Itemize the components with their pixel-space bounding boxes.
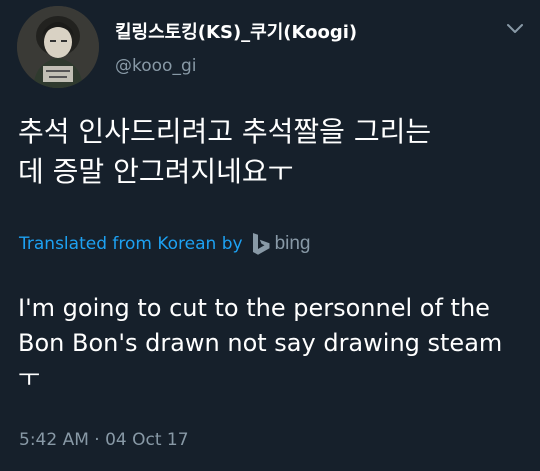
- translated-text-line-1: I'm going to cut to the personnel of the: [18, 294, 490, 322]
- translation-attribution: Translated from Korean by bing: [19, 232, 311, 256]
- tweet-text-line-1: 추석 인사드리려고 추석짤을 그리는: [18, 115, 432, 148]
- translated-text: I'm going to cut to the personnel of the…: [18, 291, 528, 396]
- avatar-image: [17, 6, 99, 88]
- tweet-text-line-2: 데 증말 안그려지네요ㅜ: [18, 155, 294, 188]
- tweet-timestamp[interactable]: 5:42 AM · 04 Oct 17: [19, 430, 189, 450]
- tweet-text: 추석 인사드리려고 추석짤을 그리는데 증말 안그려지네요ㅜ: [18, 112, 528, 192]
- avatar[interactable]: [17, 6, 99, 88]
- bing-wordmark: bing: [274, 233, 311, 254]
- bing-logo-icon: [252, 233, 270, 255]
- translated-from-label: Translated from Korean by: [19, 234, 243, 254]
- display-name[interactable]: 킬링스토킹(KS)_쿠기(Koogi): [115, 18, 357, 44]
- chevron-down-icon[interactable]: [505, 22, 525, 36]
- bing-logo: bing: [250, 232, 311, 256]
- translated-text-line-2: Bon Bon's drawn not say drawing steam: [18, 329, 503, 357]
- user-handle[interactable]: @kooo_gi: [115, 56, 196, 76]
- translated-text-line-3: ㅜ: [18, 364, 41, 392]
